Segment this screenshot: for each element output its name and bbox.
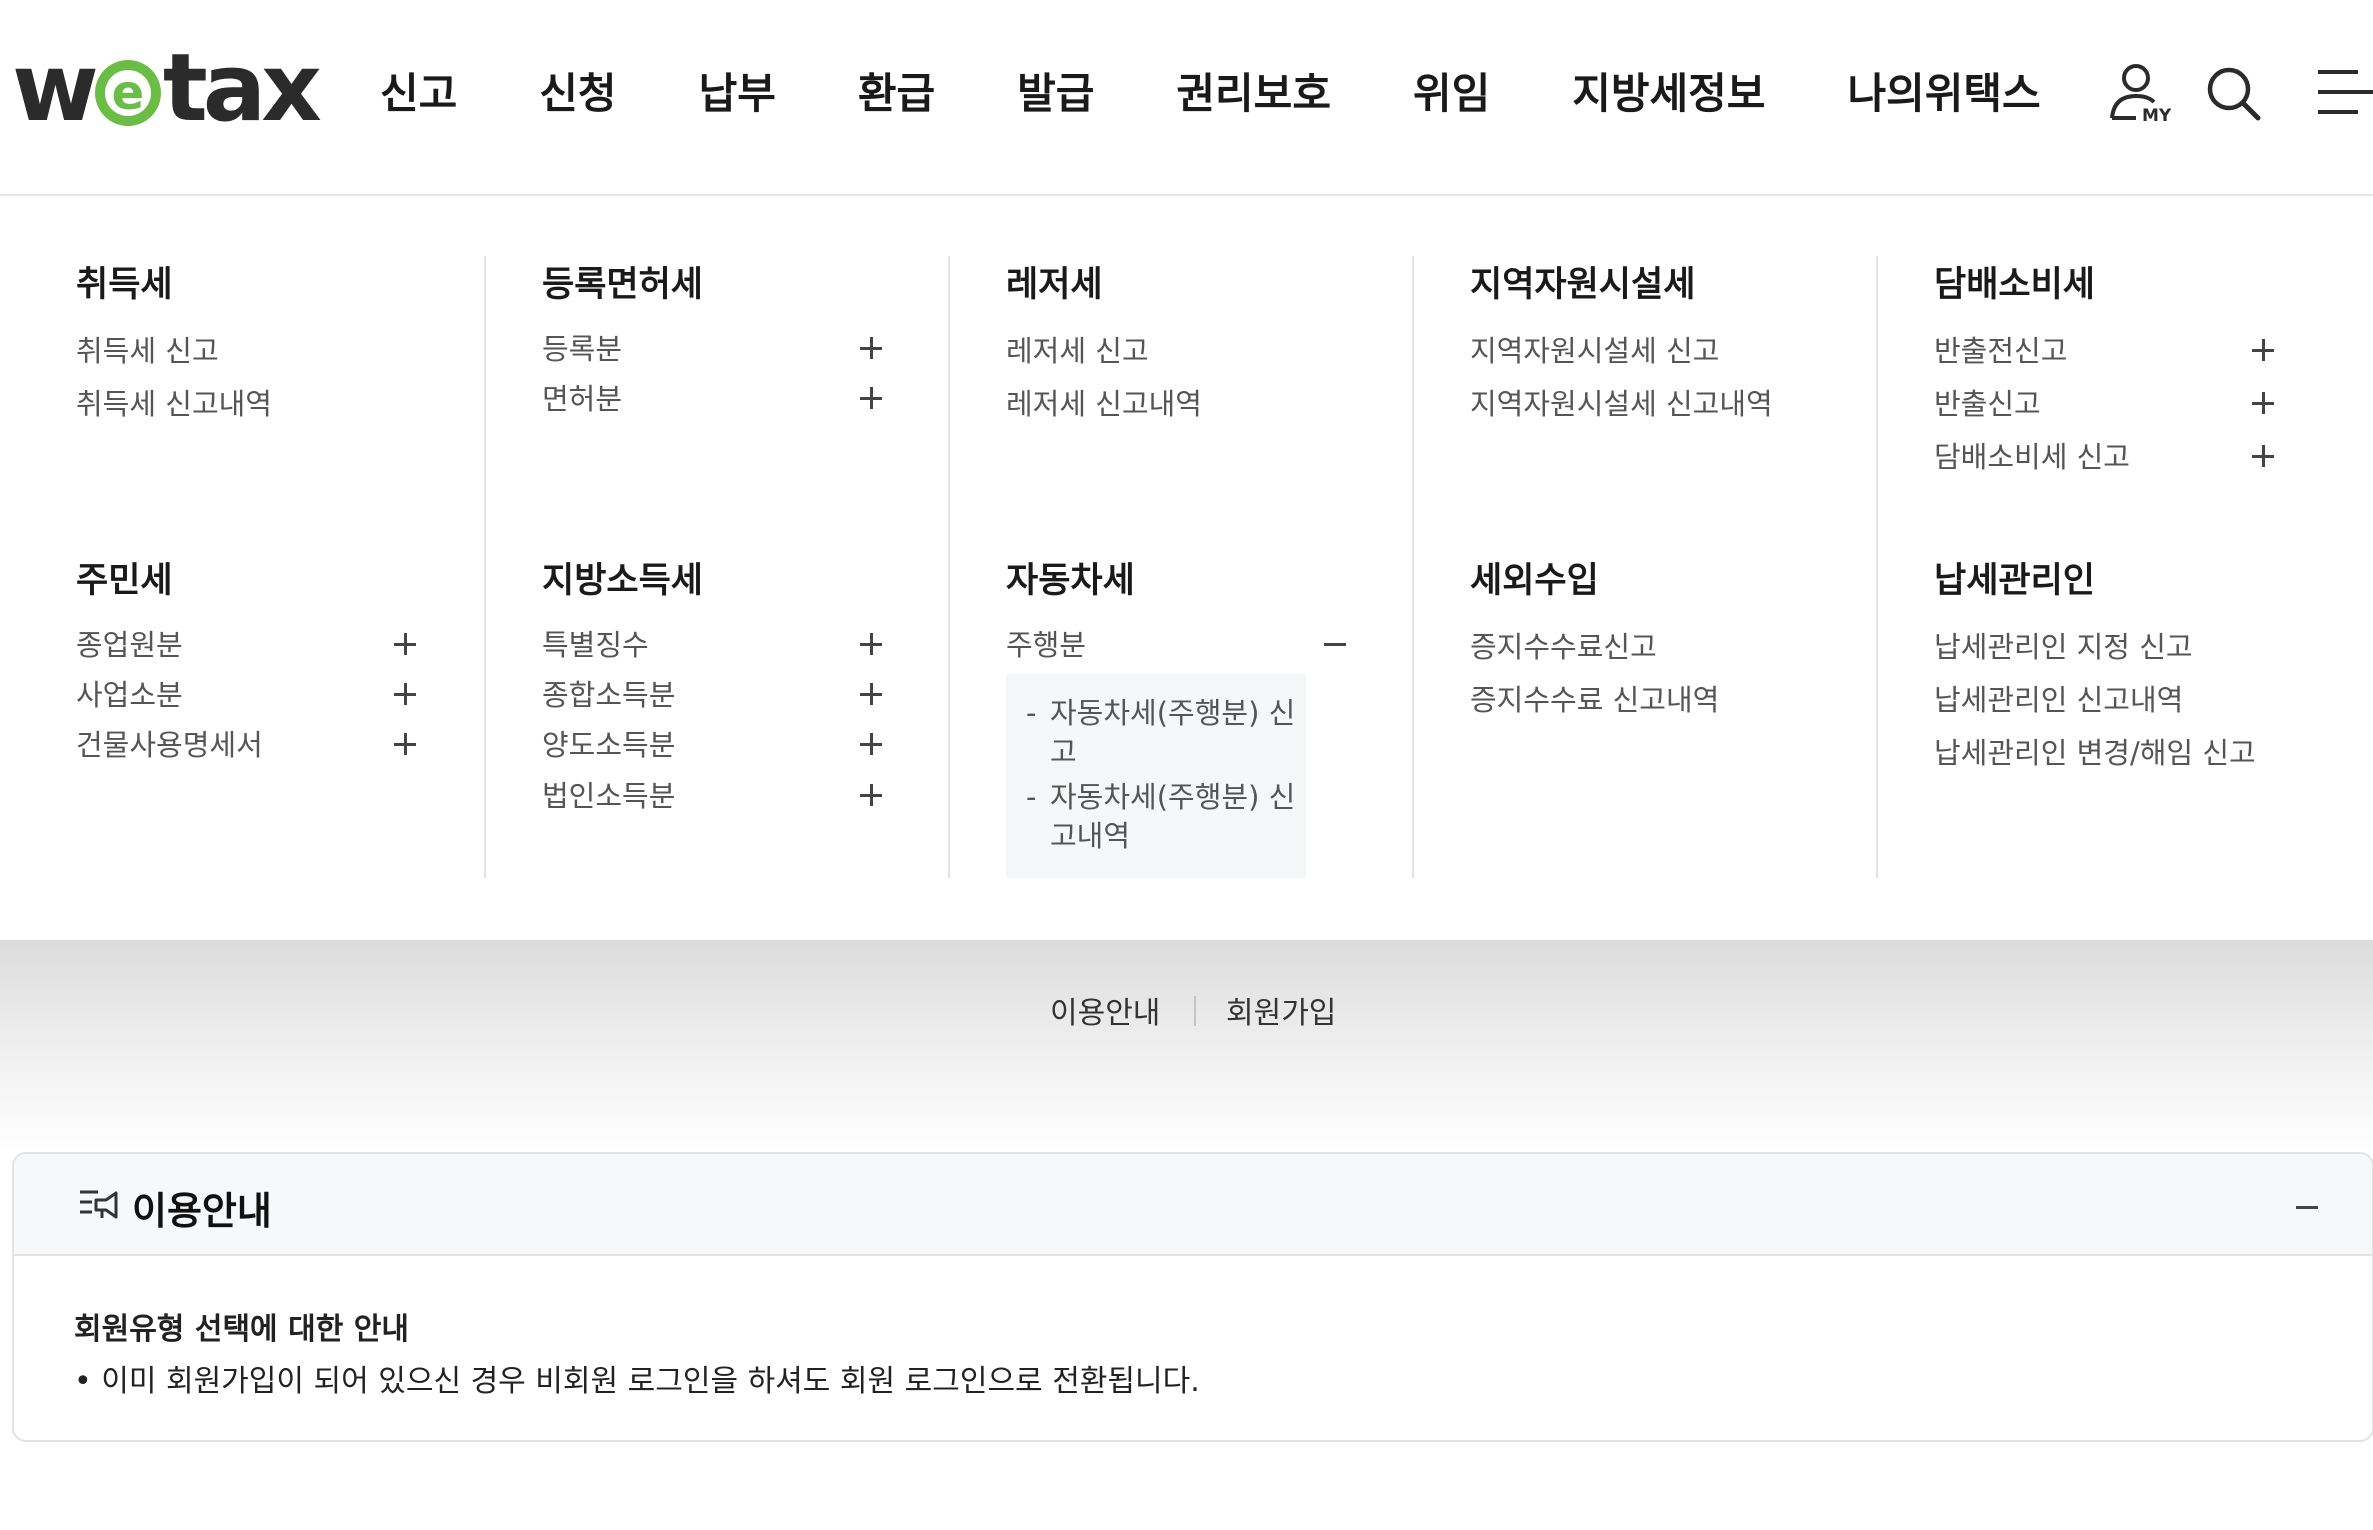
menu-item[interactable]: 사업소분 <box>76 672 183 714</box>
guide-list-icon <box>78 1186 120 1222</box>
expand-plus-icon[interactable] <box>860 733 882 755</box>
collapse-minus-icon[interactable] <box>1324 633 1346 655</box>
nav-delegation[interactable]: 위임 <box>1413 60 1490 121</box>
usage-guide-link[interactable]: 이용안내 <box>1050 988 1160 1032</box>
menu-item[interactable]: 주행분 <box>1006 622 1086 664</box>
menu-item[interactable]: 레저세 신고 <box>1006 328 1149 370</box>
expand-plus-icon[interactable] <box>860 337 882 359</box>
menu-item[interactable]: 등록분 <box>542 326 622 368</box>
menu-item[interactable]: 종업원분 <box>76 622 183 664</box>
nav-report[interactable]: 신고 <box>380 60 457 121</box>
wetax-logo[interactable]: w e tax <box>12 42 322 136</box>
mega-menu: 취득세 취득세 신고 취득세 신고내역 주민세 종업원분 사업소분 건물사용명세… <box>0 196 2373 940</box>
notice-heading: 회원유형 선택에 대한 안내 <box>74 1312 409 1347</box>
menu-item[interactable]: 건물사용명세서 <box>76 722 263 764</box>
nav-issue[interactable]: 발급 <box>1017 60 1094 121</box>
expand-plus-icon[interactable] <box>394 633 416 655</box>
menu-item[interactable]: 취득세 신고내역 <box>76 381 272 423</box>
nav-my-wetax[interactable]: 나의위택스 <box>1847 60 2040 121</box>
menu-item[interactable]: 담배소비세 신고 <box>1934 434 2130 476</box>
expand-plus-icon[interactable] <box>860 387 882 409</box>
usage-guide-panel: 이용안내 회원유형 선택에 대한 안내 • 이미 회원가입이 되어 있으신 경우… <box>12 1152 2373 1442</box>
my-page-icon[interactable]: MY <box>2106 62 2172 128</box>
group-title[interactable]: 납세관리인 <box>1934 552 2095 603</box>
nav-apply[interactable]: 신청 <box>539 60 616 121</box>
expand-plus-icon[interactable] <box>2252 392 2274 414</box>
link-divider <box>1194 996 1196 1026</box>
menu-item[interactable]: 지역자원시설세 신고 <box>1470 328 1719 370</box>
menu-column-1: 취득세 취득세 신고 취득세 신고내역 주민세 종업원분 사업소분 건물사용명세… <box>76 256 540 878</box>
group-title[interactable]: 세외수입 <box>1470 552 1599 603</box>
group-title[interactable]: 레저세 <box>1006 256 1103 307</box>
panel-header[interactable]: 이용안내 <box>14 1154 2372 1256</box>
collapse-minus-icon[interactable] <box>2296 1196 2326 1218</box>
menu-item[interactable]: 면허분 <box>542 376 622 418</box>
menu-item[interactable]: 특별징수 <box>542 622 649 664</box>
menu-icon[interactable] <box>2316 66 2373 132</box>
group-title[interactable]: 등록면허세 <box>542 256 703 307</box>
menu-item[interactable]: 증지수수료신고 <box>1470 624 1657 666</box>
group-title[interactable]: 주민세 <box>76 552 173 603</box>
menu-item[interactable]: 납세관리인 지정 신고 <box>1934 624 2193 666</box>
panel-title: 이용안내 <box>132 1189 272 1233</box>
search-icon[interactable] <box>2204 64 2270 130</box>
page-tab-band: 이용안내 회원가입 <box>0 940 2373 1152</box>
nav-payment[interactable]: 납부 <box>699 60 776 121</box>
expand-plus-icon[interactable] <box>2252 445 2274 467</box>
menu-item[interactable]: 레저세 신고내역 <box>1006 381 1202 423</box>
menu-column-2: 등록면허세 등록분 면허분 지방소득세 특별징수 종합소득분 양도소득분 법인소… <box>484 256 950 878</box>
menu-item[interactable]: 반출전신고 <box>1934 328 2067 370</box>
menu-item[interactable]: 반출신고 <box>1934 381 2041 423</box>
menu-item[interactable]: 취득세 신고 <box>76 328 219 370</box>
expand-plus-icon[interactable] <box>394 733 416 755</box>
nav-refund[interactable]: 환급 <box>858 60 935 121</box>
main-nav: 신고 신청 납부 환급 발급 권리보호 위임 지방세정보 나의위택스 <box>380 60 2041 121</box>
logo-e-icon: e <box>94 60 161 126</box>
submenu-item[interactable]: - 자동차세(주행분) 신 고내역 <box>1026 778 1312 856</box>
menu-item[interactable]: 지역자원시설세 신고내역 <box>1470 381 1773 423</box>
expand-plus-icon[interactable] <box>394 683 416 705</box>
menu-item[interactable]: 종합소득분 <box>542 672 675 714</box>
group-title[interactable]: 자동차세 <box>1006 552 1135 603</box>
menu-item[interactable]: 법인소득분 <box>542 773 675 815</box>
expand-plus-icon[interactable] <box>860 683 882 705</box>
expand-plus-icon[interactable] <box>860 784 882 806</box>
expand-plus-icon[interactable] <box>2252 339 2274 361</box>
expand-plus-icon[interactable] <box>860 633 882 655</box>
menu-column-5: 담배소비세 반출전신고 반출신고 담배소비세 신고 납세관리인 납세관리인 지정… <box>1876 256 2342 878</box>
nav-rights[interactable]: 권리보호 <box>1176 60 1331 121</box>
car-tax-submenu: - 자동차세(주행분) 신 고 - 자동차세(주행분) 신 고내역 <box>1006 674 1306 878</box>
group-title[interactable]: 취득세 <box>76 256 173 307</box>
group-title[interactable]: 지방소득세 <box>542 552 703 603</box>
menu-item[interactable]: 양도소득분 <box>542 722 675 764</box>
group-title[interactable]: 지역자원시설세 <box>1470 256 1695 307</box>
sign-up-link[interactable]: 회원가입 <box>1226 988 1336 1032</box>
menu-item[interactable]: 납세관리인 신고내역 <box>1934 677 2183 719</box>
nav-local-tax-info[interactable]: 지방세정보 <box>1572 60 1765 121</box>
submenu-item[interactable]: - 자동차세(주행분) 신 고 <box>1026 694 1312 772</box>
menu-item[interactable]: 증지수수료 신고내역 <box>1470 677 1719 719</box>
menu-column-4: 지역자원시설세 지역자원시설세 신고 지역자원시설세 신고내역 세외수입 증지수… <box>1412 256 1878 878</box>
notice-text: • 이미 회원가입이 되어 있으신 경우 비회원 로그인을 하셔도 회원 로그인… <box>74 1364 1200 1399</box>
my-label: MY <box>2142 106 2172 126</box>
group-title[interactable]: 담배소비세 <box>1934 256 2095 307</box>
menu-item[interactable]: 납세관리인 변경/해임 신고 <box>1934 730 2256 772</box>
menu-column-3: 레저세 레저세 신고 레저세 신고내역 자동차세 주행분 - 자동차세(주행분)… <box>948 256 1414 878</box>
site-header: w e tax 신고 신청 납부 환급 발급 권리보호 위임 지방세정보 나의위택스… <box>0 0 2373 196</box>
panel-body: 회원유형 선택에 대한 안내 • 이미 회원가입이 되어 있으신 경우 비회원 … <box>74 1304 1200 1399</box>
